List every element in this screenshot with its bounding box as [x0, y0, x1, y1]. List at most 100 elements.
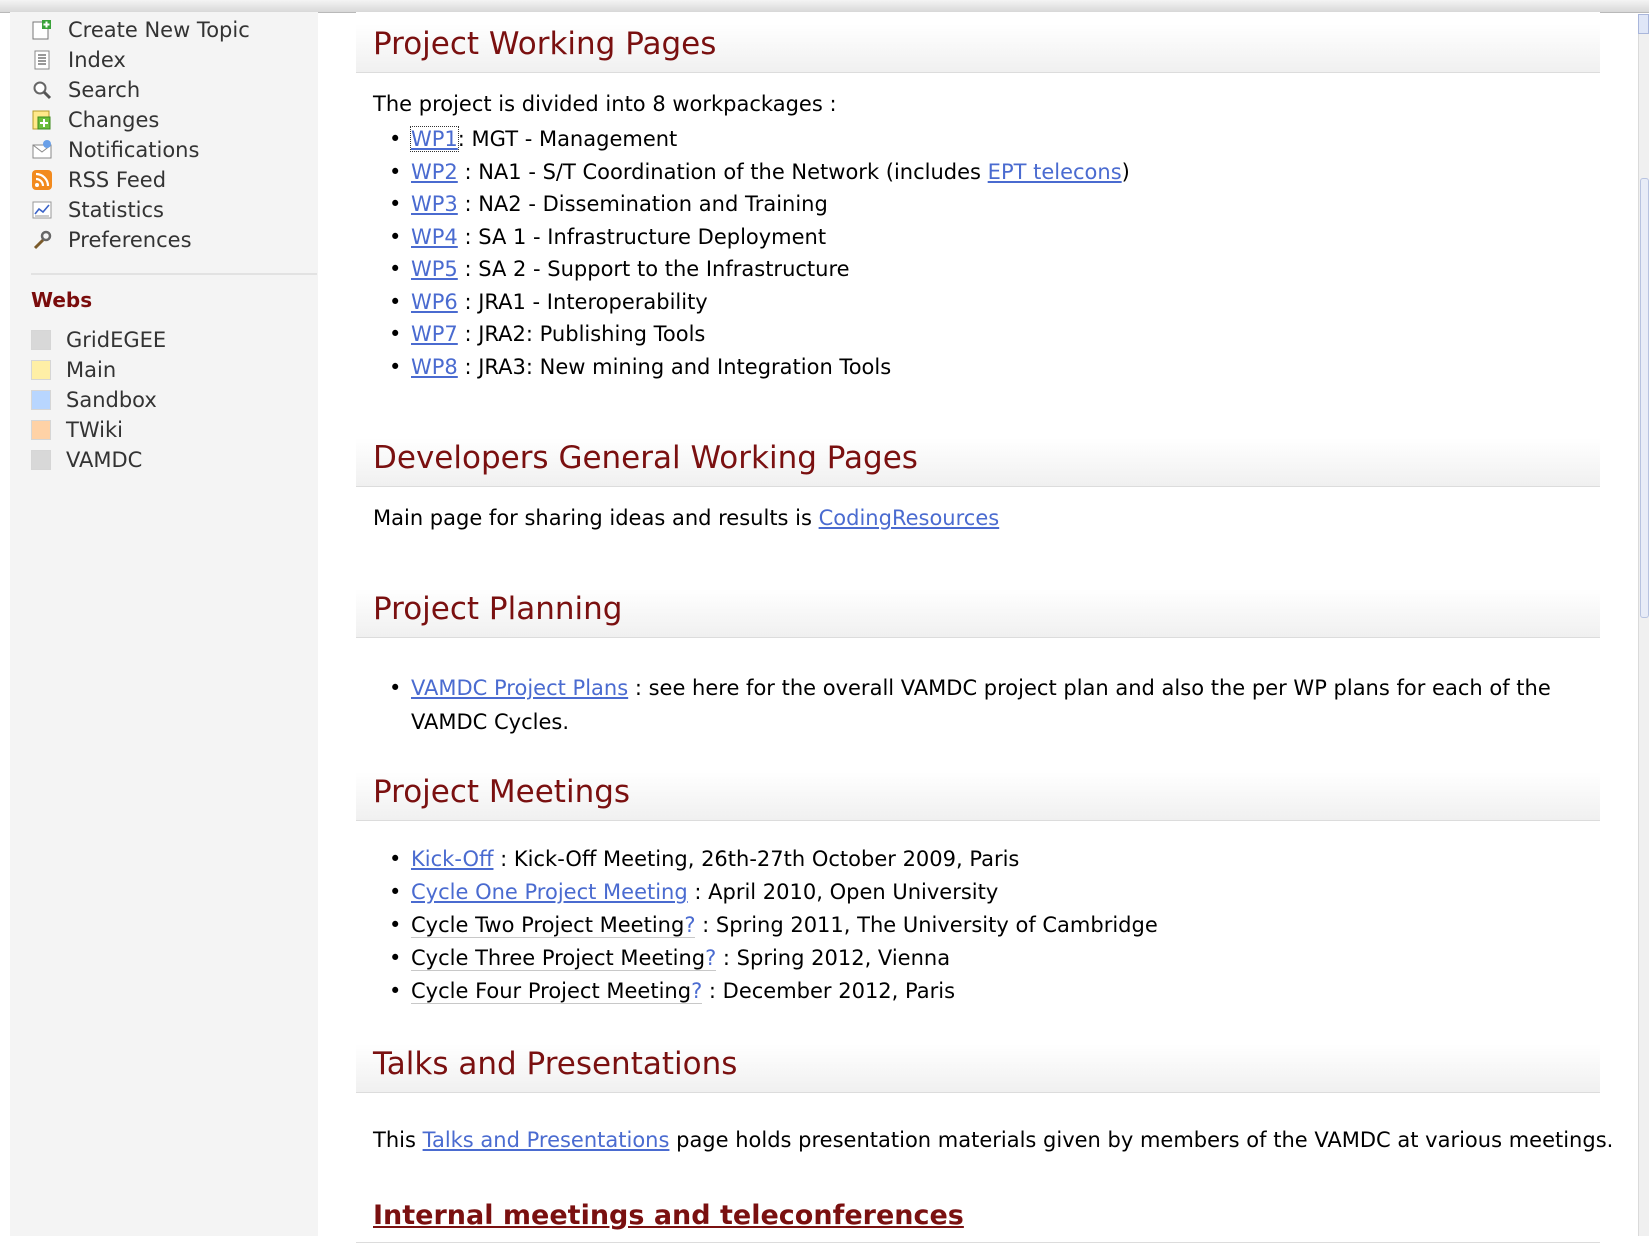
section-header-developers: Developers General Working Pages — [356, 426, 1600, 487]
sidebar-item-label: Statistics — [68, 198, 164, 222]
sidebar-item-statistics[interactable]: Statistics — [31, 195, 250, 225]
workpackage-list: WP1: MGT - Management WP2 : NA1 - S/T Co… — [389, 123, 1130, 384]
cycle-two-meeting-topic: Cycle Two Project Meeting? — [411, 913, 696, 938]
list-item: WP4 : SA 1 - Infrastructure Deployment — [389, 221, 1130, 254]
statistics-icon — [32, 201, 52, 219]
wp1-link[interactable]: WP1 — [410, 126, 459, 152]
section-title: Project Planning — [373, 591, 623, 627]
web-color-swatch — [31, 420, 51, 440]
web-item-vamdc[interactable]: VAMDC — [31, 445, 166, 475]
list-item-text: : JRA3: New mining and Integration Tools — [457, 354, 892, 379]
wrench-icon — [33, 230, 52, 250]
web-item-main[interactable]: Main — [31, 355, 166, 385]
web-color-swatch — [31, 390, 51, 410]
create-topic-qmark-link[interactable]: ? — [705, 946, 716, 970]
planning-list: VAMDC Project Plans : see here for the o… — [389, 671, 1551, 739]
list-item: WP7 : JRA2: Publishing Tools — [389, 318, 1130, 351]
scroll-up-button[interactable] — [1638, 14, 1649, 34]
sidebar-item-index[interactable]: Index — [31, 45, 250, 75]
section-title: Project Working Pages — [373, 26, 717, 62]
list-item-text: : NA2 - Dissemination and Training — [457, 192, 828, 216]
sidebar-item-create-new-topic[interactable]: Create New Topic — [31, 15, 250, 45]
list-item-text: : Spring 2012, Vienna — [716, 946, 951, 970]
wp3-link[interactable]: WP3 — [411, 192, 458, 216]
vamdc-project-plans-link[interactable]: VAMDC Project Plans — [411, 676, 628, 700]
list-item: Cycle Two Project Meeting? : Spring 2011… — [389, 909, 1158, 942]
wp4-link[interactable]: WP4 — [411, 225, 458, 249]
section-title: Developers General Working Pages — [373, 440, 918, 476]
cycle-four-meeting-topic: Cycle Four Project Meeting? — [411, 979, 703, 1004]
ept-telecons-link[interactable]: EPT telecons — [988, 160, 1122, 184]
list-item-text: ) — [1121, 159, 1130, 184]
list-item-text: : SA 1 - Infrastructure Deployment — [457, 224, 827, 249]
paragraph-text: page holds presentation materials given … — [669, 1128, 1614, 1152]
kick-off-link[interactable]: Kick-Off — [411, 847, 493, 871]
sidebar-item-search[interactable]: Search — [31, 75, 250, 105]
paragraph-text: This — [373, 1128, 423, 1152]
list-item: WP3 : NA2 - Dissemination and Training — [389, 188, 1130, 221]
web-item-label: GridEGEE — [66, 328, 167, 352]
sidebar-item-preferences[interactable]: Preferences — [31, 225, 250, 255]
create-topic-qmark-link[interactable]: ? — [691, 979, 702, 1003]
sidebar-item-label: Index — [68, 48, 126, 72]
wp2-link[interactable]: WP2 — [411, 160, 458, 184]
section-title: Talks and Presentations — [373, 1046, 738, 1082]
list-item: WP6 : JRA1 - Interoperability — [389, 286, 1130, 319]
wp7-link[interactable]: WP7 — [411, 322, 458, 346]
list-item-text: : April 2010, Open University — [687, 880, 999, 904]
scrollbar-thumb[interactable] — [1640, 178, 1649, 618]
sidebar-divider — [31, 273, 317, 275]
list-item: VAMDC Project Plans : see here for the o… — [389, 671, 1551, 739]
list-item-text: : Spring 2011, The University of Cambrid… — [695, 913, 1158, 937]
list-item: Cycle Four Project Meeting? : December 2… — [389, 975, 1158, 1008]
web-item-label: TWiki — [66, 418, 123, 442]
rss-icon — [32, 170, 52, 190]
section-header-working-pages: Project Working Pages — [356, 12, 1600, 73]
list-item-text: : see here for the overall VAMDC project… — [628, 676, 1551, 700]
notifications-icon — [32, 140, 52, 159]
list-item: WP8 : JRA3: New mining and Integration T… — [389, 351, 1130, 384]
web-item-twiki[interactable]: TWiki — [31, 415, 166, 445]
web-item-gridegee[interactable]: GridEGEE — [31, 325, 166, 355]
section-header-meetings: Project Meetings — [356, 760, 1600, 821]
sidebar-item-label: Preferences — [68, 228, 192, 252]
list-item: Cycle Three Project Meeting? : Spring 20… — [389, 942, 1158, 975]
index-icon — [34, 50, 50, 70]
tools-list: Create New Topic Index Search Changes No… — [31, 15, 250, 255]
sidebar-item-notifications[interactable]: Notifications — [31, 135, 250, 165]
list-item-text: : NA1 - S/T Coordination of the Network … — [457, 159, 988, 184]
talks-presentations-link[interactable]: Talks and Presentations — [423, 1128, 670, 1152]
list-item-text: VAMDC Cycles. — [411, 710, 570, 734]
list-item-text: : JRA1 - Interoperability — [457, 289, 708, 314]
topic-label: Cycle Four Project Meeting — [411, 979, 692, 1003]
sidebar-item-label: Create New Topic — [68, 18, 250, 42]
internal-meetings-heading[interactable]: Internal meetings and teleconferences — [373, 1200, 964, 1231]
developers-paragraph: Main page for sharing ideas and results … — [373, 506, 999, 530]
list-item: Kick-Off : Kick-Off Meeting, 26th-27th O… — [389, 843, 1158, 876]
section-title: Project Meetings — [373, 774, 631, 810]
create-topic-qmark-link[interactable]: ? — [684, 913, 695, 937]
sidebar-item-label: Notifications — [68, 138, 200, 162]
list-item-text: : MGT - Management — [457, 127, 678, 151]
topic-label: Cycle Two Project Meeting — [411, 913, 685, 937]
workpackages-intro: The project is divided into 8 workpackag… — [373, 92, 837, 116]
topic-label: Cycle Three Project Meeting — [411, 946, 706, 970]
list-item-text: : Kick-Off Meeting, 26th-27th October 20… — [493, 847, 1020, 871]
sidebar-item-changes[interactable]: Changes — [31, 105, 250, 135]
wp8-link[interactable]: WP8 — [411, 355, 458, 379]
sidebar-item-rss-feed[interactable]: RSS Feed — [31, 165, 250, 195]
web-color-swatch — [31, 450, 51, 470]
web-item-sandbox[interactable]: Sandbox — [31, 385, 166, 415]
list-item: WP2 : NA1 - S/T Coordination of the Netw… — [389, 156, 1130, 189]
wp6-link[interactable]: WP6 — [411, 290, 458, 314]
list-item: Cycle One Project Meeting : April 2010, … — [389, 876, 1158, 909]
coding-resources-link[interactable]: CodingResources — [819, 506, 1000, 530]
sidebar-item-label: Changes — [68, 108, 160, 132]
web-color-swatch — [31, 360, 51, 380]
cycle-one-meeting-link[interactable]: Cycle One Project Meeting — [411, 880, 688, 904]
web-item-label: Sandbox — [66, 388, 157, 412]
list-item: WP1: MGT - Management — [389, 123, 1130, 156]
list-item-text: : December 2012, Paris — [702, 979, 956, 1003]
wp5-link[interactable]: WP5 — [411, 257, 458, 281]
section-header-planning: Project Planning — [356, 577, 1600, 638]
